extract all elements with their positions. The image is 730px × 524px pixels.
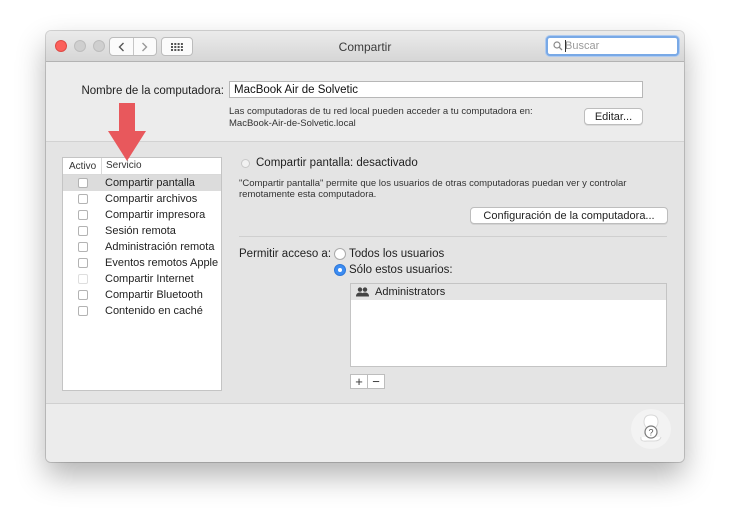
computer-name-field[interactable]: MacBook Air de Solvetic <box>229 81 643 98</box>
service-label: Administración remota <box>105 241 215 253</box>
computer-name-label: Nombre de la computadora: <box>81 85 224 97</box>
service-item-screen-sharing[interactable]: Compartir pantalla <box>63 175 221 191</box>
service-label: Compartir Internet <box>105 273 194 285</box>
divider <box>239 236 667 237</box>
svg-text:?: ? <box>648 428 653 438</box>
title-bar: Compartir <box>46 31 684 62</box>
service-item-internet-sharing[interactable]: Compartir Internet <box>63 271 221 287</box>
search-field[interactable] <box>546 36 679 56</box>
add-user-button[interactable]: + <box>350 374 368 389</box>
radio-only-these-users[interactable] <box>334 264 346 276</box>
search-icon <box>553 41 563 51</box>
service-description-cont: remotamente esta computadora. <box>239 189 377 200</box>
group-users-icon <box>356 287 369 297</box>
computer-name-description: Las computadoras de tu red local pueden … <box>229 106 533 117</box>
service-item-printer-sharing[interactable]: Compartir impresora <box>63 207 221 223</box>
option-only-these-users-label[interactable]: Sólo estos usuarios: <box>349 264 453 276</box>
list-item[interactable]: Administrators <box>351 284 666 300</box>
remove-user-button[interactable]: − <box>367 374 385 389</box>
user-label: Administrators <box>375 286 446 298</box>
computer-settings-button[interactable]: Configuración de la computadora... <box>470 207 668 224</box>
annotation-arrow-icon <box>108 103 146 161</box>
service-label: Compartir pantalla <box>105 177 195 189</box>
service-item-file-sharing[interactable]: Compartir archivos <box>63 191 221 207</box>
sharing-window: Compartir Nombre de la computadora: MacB… <box>46 31 684 462</box>
service-status: Compartir pantalla: desactivado <box>256 157 418 169</box>
radio-all-users[interactable] <box>334 248 346 260</box>
service-label: Compartir archivos <box>105 193 198 205</box>
access-label: Permitir acceso a: <box>239 248 332 260</box>
service-checkbox[interactable] <box>78 258 88 268</box>
users-list[interactable]: Administrators <box>350 283 667 367</box>
service-item-remote-apple-events[interactable]: Eventos remotos Apple <box>63 255 221 271</box>
service-label: Sesión remota <box>105 225 176 237</box>
service-checkbox[interactable] <box>78 242 88 252</box>
service-description: "Compartir pantalla" permite que los usu… <box>239 178 627 189</box>
service-item-bluetooth-sharing[interactable]: Compartir Bluetooth <box>63 287 221 303</box>
edit-button[interactable]: Editar... <box>584 108 643 125</box>
service-label: Contenido en caché <box>105 305 203 317</box>
service-label: Compartir impresora <box>105 209 206 221</box>
service-checkbox[interactable] <box>78 194 88 204</box>
bottom-bar <box>46 403 684 462</box>
help-icon[interactable]: ? <box>630 408 672 450</box>
service-label: Compartir Bluetooth <box>105 289 203 301</box>
service-label: Eventos remotos Apple <box>105 257 219 269</box>
service-item-content-caching[interactable]: Contenido en caché <box>63 303 221 319</box>
local-hostname: MacBook-Air-de-Solvetic.local <box>229 118 356 129</box>
text-caret <box>565 40 566 52</box>
service-item-remote-login[interactable]: Sesión remota <box>63 223 221 239</box>
option-all-users-label[interactable]: Todos los usuarios <box>349 248 444 260</box>
status-indicator <box>241 159 250 168</box>
service-checkbox[interactable] <box>78 226 88 236</box>
service-checkbox[interactable] <box>78 274 88 284</box>
search-input[interactable] <box>565 39 673 53</box>
service-checkbox[interactable] <box>78 290 88 300</box>
service-checkbox[interactable] <box>78 178 88 188</box>
service-checkbox[interactable] <box>78 306 88 316</box>
column-header-active[interactable]: Activo <box>69 161 96 172</box>
service-item-remote-management[interactable]: Administración remota <box>63 239 221 255</box>
service-checkbox[interactable] <box>78 210 88 220</box>
services-list[interactable]: Activo Servicio Compartir pantalla Compa… <box>62 157 222 391</box>
